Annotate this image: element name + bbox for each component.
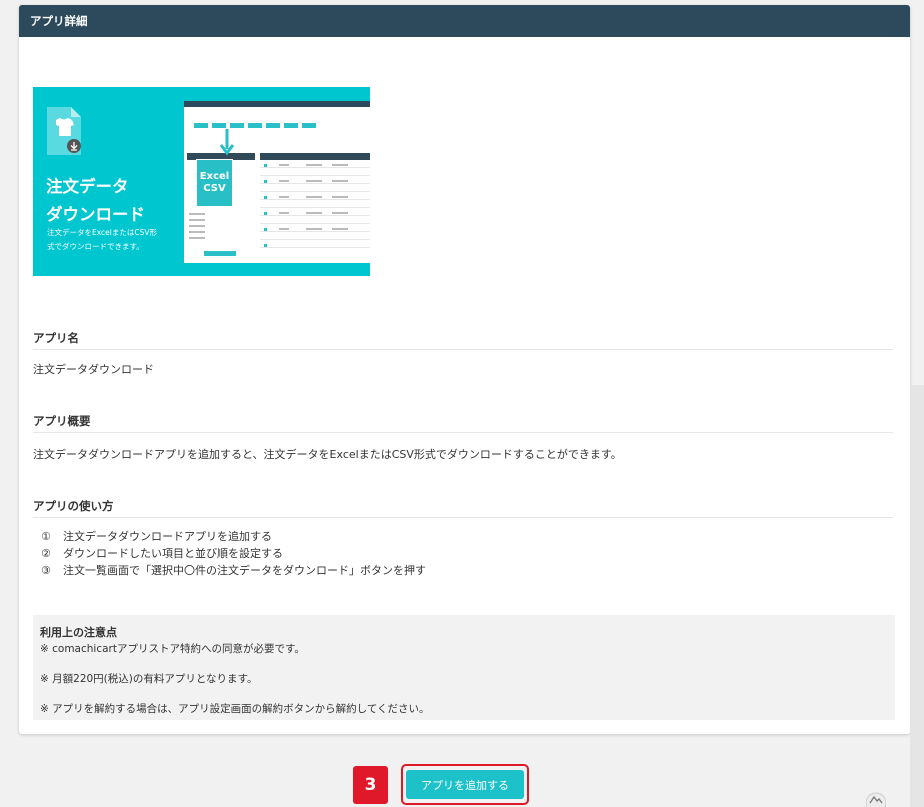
list-item: ③ 注文一覧画面で「選択中〇件の注文データをダウンロード」ボタンを押す — [41, 564, 426, 577]
add-app-button[interactable]: アプリを追加する — [406, 770, 524, 799]
app-overview-heading: アプリ概要 — [33, 413, 893, 433]
scroll-top-icon[interactable] — [866, 791, 886, 807]
arrow-down-icon — [219, 129, 235, 156]
notes-heading: 利用上の注意点 — [40, 626, 117, 639]
app-overview-value: 注文データダウンロードアプリを追加すると、注文データをExcelまたはCSV形式… — [33, 448, 622, 461]
banner-title: 注文データ ダウンロード — [46, 177, 145, 224]
app-detail-card: アプリ詳細 注文データ ダウンロード 注文データをExcelまたはCSV形 式で… — [19, 5, 910, 734]
banner-description: 注文データをExcelまたはCSV形 式でダウンロードできます。 — [47, 228, 157, 251]
list-item: ② ダウンロードしたい項目と並び順を設定する — [41, 547, 283, 560]
usage-steps-list: ① 注文データダウンロードアプリを追加する ② ダウンロードしたい項目と並び順を設定… — [41, 528, 426, 579]
app-usage-heading: アプリの使い方 — [33, 498, 893, 518]
note-item: ※ アプリを解約する場合は、アプリ設定画面の解約ボタンから解約してください。 — [40, 703, 430, 715]
usage-notes-box: 利用上の注意点 ※ comachicartアプリストア特約への同意が必要です。 … — [33, 615, 895, 720]
app-name-heading: アプリ名 — [33, 330, 893, 350]
note-item: ※ comachicartアプリストア特約への同意が必要です。 — [40, 643, 305, 655]
card-header-title: アプリ詳細 — [19, 5, 910, 37]
document-shirt-download-icon — [47, 107, 81, 155]
right-scroll-strip — [910, 385, 924, 807]
app-banner-image: 注文データ ダウンロード 注文データをExcelまたはCSV形 式でダウンロード… — [33, 87, 370, 276]
step-number-badge: 3 — [353, 766, 388, 804]
app-name-value: 注文データダウンロード — [33, 363, 154, 376]
note-item: ※ 月額220円(税込)の有料アプリとなります。 — [40, 673, 258, 685]
excel-csv-badge: Excel CSV — [196, 159, 233, 207]
list-item: ① 注文データダウンロードアプリを追加する — [41, 530, 272, 543]
highlight-frame: アプリを追加する — [401, 764, 529, 805]
